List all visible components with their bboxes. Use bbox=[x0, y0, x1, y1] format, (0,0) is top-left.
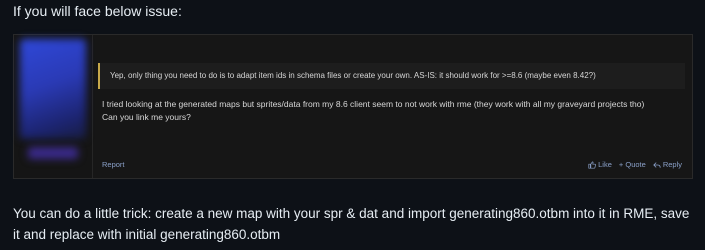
thumbs-up-icon bbox=[588, 160, 597, 169]
quote-text: Yep, only thing you need to do is to ada… bbox=[110, 71, 596, 80]
outro-text: You can do a little trick: create a new … bbox=[13, 206, 690, 242]
username-blur bbox=[28, 147, 78, 159]
user-column bbox=[14, 35, 93, 178]
report-link[interactable]: Report bbox=[102, 160, 125, 169]
like-label: Like bbox=[598, 160, 612, 169]
quote-button[interactable]: + Quote bbox=[619, 160, 646, 169]
forum-post-screenshot: Yep, only thing you need to do is to ada… bbox=[13, 34, 693, 179]
post-body-line: Can you link me yours? bbox=[102, 112, 191, 122]
post-body-line: I tried looking at the generated maps bu… bbox=[102, 99, 645, 109]
avatar bbox=[20, 39, 86, 139]
reply-icon bbox=[653, 161, 661, 168]
quote-label: + Quote bbox=[618, 160, 646, 169]
reply-button[interactable]: Reply bbox=[653, 160, 682, 169]
intro-text: If you will face below issue: bbox=[13, 3, 182, 19]
post-body: I tried looking at the generated maps bu… bbox=[102, 98, 682, 124]
post-actions: Like + Quote Reply bbox=[588, 160, 682, 169]
reply-label: Reply bbox=[662, 160, 682, 169]
like-button[interactable]: Like bbox=[588, 160, 612, 169]
quote-block: Yep, only thing you need to do is to ada… bbox=[98, 63, 685, 89]
